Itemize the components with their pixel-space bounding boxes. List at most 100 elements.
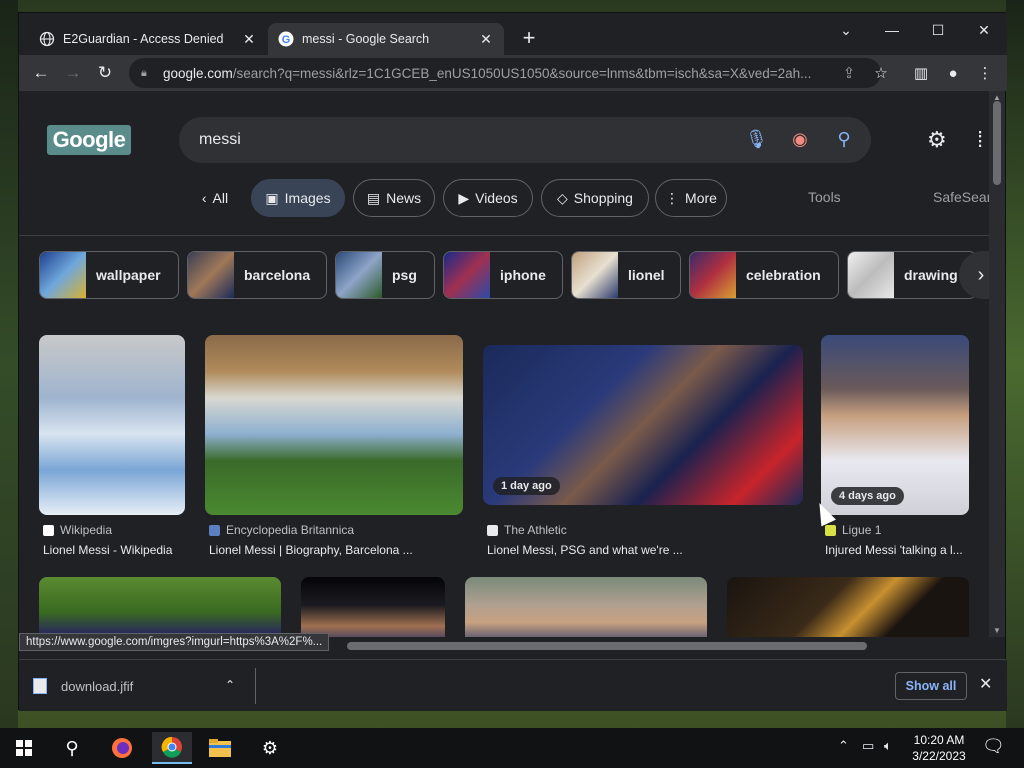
google-lens-icon[interactable]: ◉: [789, 129, 811, 150]
chip-iphone[interactable]: iphone: [443, 251, 563, 299]
tools-button[interactable]: Tools: [808, 189, 841, 205]
microphone-icon[interactable]: 🎙︎: [745, 129, 768, 150]
chip-thumbnail: [336, 252, 382, 298]
address-bar[interactable]: 🔒︎ google.com /search?q=messi&rlz=1C1GCE…: [129, 58, 881, 88]
tab-e2guardian[interactable]: E2Guardian - Access Denied ✕: [29, 23, 267, 55]
chip-thumbnail: [444, 252, 490, 298]
result-image[interactable]: [727, 577, 969, 637]
result-caption[interactable]: Lionel Messi | Biography, Barcelona ...: [209, 543, 469, 557]
result-source[interactable]: Ligue 1: [825, 523, 881, 537]
britannica-icon: [209, 524, 220, 536]
the-athletic-icon: [487, 524, 498, 536]
windows-taskbar: ⚲ ⚙ ⌃ ▭ 🔈︎ 10:20 AM 3/22/2023 🗨︎: [0, 728, 1024, 768]
scrollbar-thumb[interactable]: [993, 101, 1001, 185]
windows-start-icon[interactable]: [4, 732, 44, 764]
chip-drawing[interactable]: drawing: [847, 251, 977, 299]
result-source[interactable]: The Athletic: [487, 523, 567, 537]
safesearch-button[interactable]: SafeSear: [933, 189, 991, 205]
result-image[interactable]: 4 days ago: [821, 335, 969, 515]
chrome-icon[interactable]: [152, 732, 192, 764]
chip-label: drawing: [904, 267, 958, 283]
search-input[interactable]: messi: [199, 131, 241, 149]
tab-more[interactable]: ⋮ More: [655, 179, 727, 217]
scrollbar-thumb[interactable]: [347, 642, 867, 650]
result-source[interactable]: Encyclopedia Britannica: [209, 523, 354, 537]
download-item[interactable]: download.jfif: [33, 672, 253, 700]
tab-strip: E2Guardian - Access Denied ✕ G messi - G…: [19, 13, 1007, 55]
profile-icon[interactable]: ●: [941, 61, 965, 85]
news-icon: ▤: [366, 189, 381, 206]
chip-wallpaper[interactable]: wallpaper: [39, 251, 179, 299]
reload-button[interactable]: ↻: [93, 61, 117, 85]
tag-icon: ◇: [557, 189, 568, 206]
file-icon: [33, 678, 47, 694]
horizontal-scrollbar[interactable]: [347, 640, 991, 652]
result-caption[interactable]: Injured Messi 'talking a l...: [825, 543, 973, 557]
share-icon[interactable]: ⇪: [837, 61, 861, 85]
result-image[interactable]: [301, 577, 445, 637]
search-icon[interactable]: ⚲: [833, 129, 855, 150]
result-image[interactable]: [39, 577, 281, 637]
chip-thumbnail: [572, 252, 618, 298]
search-box[interactable]: messi 🎙︎ ◉ ⚲: [179, 117, 871, 163]
vertical-scrollbar[interactable]: ▲ ▼: [989, 91, 1005, 637]
chip-label: iphone: [500, 267, 546, 283]
tab-search-button[interactable]: ⌄: [823, 15, 869, 45]
result-caption[interactable]: Lionel Messi, PSG and what we're ...: [487, 543, 747, 557]
file-explorer-icon[interactable]: [200, 732, 240, 764]
show-all-button[interactable]: Show all: [895, 672, 967, 700]
url-path: /search?q=messi&rlz=1C1GCEB_enUS1050US10…: [232, 65, 812, 81]
tab-videos[interactable]: ▶ Videos: [443, 179, 533, 217]
chip-label: celebration: [746, 267, 821, 283]
video-icon: ▶: [458, 189, 470, 206]
result-image[interactable]: 1 day ago: [483, 345, 803, 505]
tab-shopping[interactable]: ◇ Shopping: [541, 179, 649, 217]
tab-google-search[interactable]: G messi - Google Search ✕: [268, 23, 504, 55]
gear-icon[interactable]: ⚙: [250, 732, 290, 764]
maximize-button[interactable]: ☐: [915, 15, 961, 45]
chip-celebration[interactable]: celebration: [689, 251, 839, 299]
more-dots-icon: ⋮: [665, 189, 680, 206]
result-caption[interactable]: Lionel Messi - Wikipedia: [43, 543, 193, 557]
volume-muted-icon[interactable]: 🔈︎: [884, 738, 892, 754]
chip-thumbnail: [848, 252, 894, 298]
close-tab-icon[interactable]: ✕: [241, 31, 257, 48]
network-icon[interactable]: ▭: [862, 738, 874, 754]
gear-icon[interactable]: ⚙: [927, 127, 947, 153]
forward-button[interactable]: →: [61, 61, 85, 85]
chip-psg[interactable]: psg: [335, 251, 435, 299]
chevron-left-icon: ‹: [201, 190, 207, 206]
apps-grid-icon[interactable]: ⁞: [977, 127, 983, 153]
chevron-up-icon[interactable]: ⌃: [838, 738, 849, 754]
menu-kebab-icon[interactable]: ⋮: [973, 61, 997, 85]
tab-title: E2Guardian - Access Denied: [63, 32, 224, 46]
globe-icon: [39, 31, 55, 47]
system-clock[interactable]: 10:20 AM 3/22/2023: [904, 732, 974, 764]
firefox-icon[interactable]: [102, 732, 142, 764]
bookmark-star-icon[interactable]: ☆: [869, 61, 893, 85]
tab-news[interactable]: ▤ News: [353, 179, 435, 217]
tab-images[interactable]: ▣ Images: [251, 179, 345, 217]
chevron-up-icon[interactable]: ⌃: [225, 678, 235, 692]
google-doodle-logo[interactable]: Google: [47, 125, 131, 155]
age-badge: 4 days ago: [831, 487, 904, 505]
search-icon[interactable]: ⚲: [52, 732, 92, 764]
scroll-down-arrow-icon[interactable]: ▼: [993, 626, 1001, 635]
chip-label: lionel: [628, 267, 665, 283]
result-source[interactable]: Wikipedia: [43, 523, 112, 537]
result-image[interactable]: [465, 577, 707, 637]
close-tab-icon[interactable]: ✕: [478, 31, 494, 48]
notifications-icon[interactable]: 🗨︎: [982, 736, 1005, 757]
result-image[interactable]: [205, 335, 463, 515]
minimize-button[interactable]: —: [869, 15, 915, 45]
result-image[interactable]: [39, 335, 185, 515]
side-panel-icon[interactable]: ▥: [909, 61, 933, 85]
close-window-button[interactable]: ✕: [961, 15, 1007, 45]
chip-barcelona[interactable]: barcelona: [187, 251, 327, 299]
tab-all[interactable]: ‹ All: [185, 179, 245, 217]
tab-label: News: [386, 190, 422, 206]
back-button[interactable]: ←: [29, 61, 53, 85]
new-tab-button[interactable]: +: [517, 25, 541, 51]
close-icon[interactable]: ✕: [979, 674, 992, 694]
chip-lionel[interactable]: lionel: [571, 251, 681, 299]
